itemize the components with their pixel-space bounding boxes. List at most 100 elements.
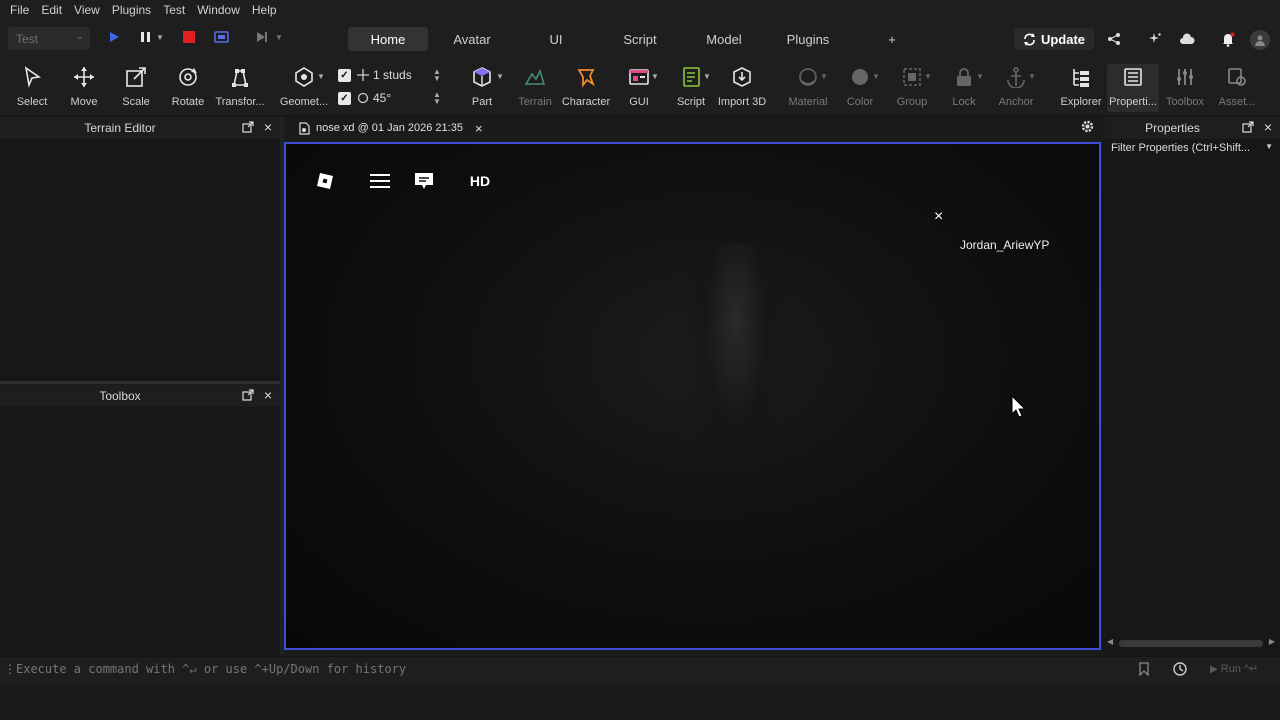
place-document-tab[interactable]: nose xd @ 01 Jan 2026 21:35 × [290, 117, 491, 139]
geometry-label: Geomet... [279, 96, 329, 108]
test-mode-select[interactable]: Test ⌄ [8, 27, 90, 50]
run-command-button[interactable]: ▶ Run ^↵ [1210, 662, 1258, 675]
undock-icon[interactable] [242, 121, 254, 133]
properties-icon [1120, 64, 1146, 90]
cursor-arrow-icon [19, 64, 45, 90]
hd-quality-button[interactable]: HD [463, 164, 497, 198]
tab-model[interactable]: Model [694, 27, 754, 51]
rotate-tool[interactable]: Rotate [162, 64, 214, 112]
bookmark-icon[interactable] [1138, 662, 1150, 679]
menu-file[interactable]: File [4, 3, 35, 17]
tab-ui[interactable]: UI [536, 27, 576, 51]
close-icon[interactable]: × [1264, 119, 1272, 135]
import-3d-tool[interactable]: Import 3D [716, 64, 768, 112]
avatar[interactable] [1250, 30, 1270, 50]
geometry-chevron-icon[interactable]: ▼ [317, 72, 325, 81]
menu-test[interactable]: Test [157, 3, 191, 17]
close-icon[interactable]: × [934, 208, 943, 226]
part-chevron-icon[interactable]: ▼ [496, 72, 504, 81]
asset-manager-tool[interactable]: Asset... [1211, 64, 1263, 112]
material-icon [795, 64, 821, 90]
roblox-menu-button[interactable] [308, 164, 342, 198]
properties-tool[interactable]: Properti... [1107, 64, 1159, 112]
panel-splitter[interactable] [0, 381, 280, 384]
gui-chevron-icon[interactable]: ▼ [651, 72, 659, 81]
assistant-sparkle-icon[interactable] [1146, 30, 1164, 48]
update-icon [1023, 32, 1035, 46]
undock-icon[interactable] [1242, 121, 1254, 133]
terrain-icon [522, 64, 548, 90]
tab-avatar[interactable]: Avatar [440, 27, 504, 51]
history-icon[interactable] [1172, 661, 1188, 680]
menu-edit[interactable]: Edit [35, 3, 68, 17]
group-chevron-icon[interactable]: ▼ [924, 72, 932, 81]
anchor-chevron-icon[interactable]: ▼ [1028, 72, 1036, 81]
rotate-snap-stepper-icon[interactable]: ▲ ▼ [433, 91, 441, 106]
tab-plugins[interactable]: Plugins [776, 27, 840, 51]
chevron-down-icon[interactable]: ▼ [1265, 142, 1273, 151]
notifications-bell-icon[interactable] [1219, 30, 1237, 48]
move-snap-checkbox[interactable]: ✓ [338, 68, 351, 82]
properties-label: Properti... [1109, 96, 1157, 108]
anchor-label: Anchor [998, 96, 1034, 108]
properties-horizontal-scrollbar[interactable]: ◀ ▶ [1105, 637, 1277, 649]
move-snap-stepper-icon[interactable]: ▲ ▼ [433, 68, 441, 83]
share-icon[interactable] [1105, 30, 1123, 48]
close-icon[interactable]: × [264, 119, 272, 135]
viewport-settings-gear-icon[interactable] [1080, 119, 1096, 135]
select-tool[interactable]: Select [6, 64, 58, 112]
pause-icon[interactable] [139, 30, 155, 46]
game-viewport[interactable]: HD × Jordan_AriewYP [284, 142, 1101, 650]
close-icon[interactable]: × [264, 387, 272, 403]
scrollbar-thumb[interactable] [1119, 640, 1263, 647]
rotate-snap-field[interactable]: 45° [357, 91, 427, 105]
play-icon[interactable] [107, 30, 123, 46]
menu-help[interactable]: Help [246, 3, 283, 17]
toolbox-tool[interactable]: Toolbox [1159, 64, 1211, 112]
scroll-right-icon[interactable]: ▶ [1269, 637, 1275, 646]
drag-handle-icon[interactable]: ⋮ [4, 662, 16, 676]
anchor-icon [1003, 64, 1029, 90]
menu-plugins[interactable]: Plugins [106, 3, 157, 17]
menu-window[interactable]: Window [191, 3, 246, 17]
hamburger-menu-icon[interactable] [363, 164, 397, 198]
move-tool[interactable]: Move [58, 64, 110, 112]
part-label: Part [471, 96, 493, 108]
explorer-tool[interactable]: Explorer [1055, 64, 1107, 112]
command-bar: ⋮ ▶ Run ^↵ [0, 656, 1280, 682]
toolbox-label: Toolbox [1166, 96, 1204, 108]
character-tool[interactable]: Character [560, 64, 612, 112]
client-server-icon[interactable] [214, 30, 230, 46]
step-icon[interactable] [255, 30, 271, 46]
command-input[interactable] [16, 662, 1116, 676]
filter-properties-placeholder: Filter Properties (Ctrl+Shift... [1111, 142, 1251, 154]
menu-bar: File Edit View Plugins Test Window Help [0, 0, 1280, 20]
chevron-down-icon: ⌄ [75, 31, 84, 42]
transform-tool[interactable]: Transfor... [214, 64, 266, 112]
stop-icon[interactable] [182, 30, 198, 46]
move-snap-field[interactable]: 1 studs [357, 68, 427, 82]
terrain-tool[interactable]: Terrain [509, 64, 561, 112]
lock-chevron-icon[interactable]: ▼ [976, 72, 984, 81]
material-chevron-icon[interactable]: ▼ [820, 72, 828, 81]
close-icon[interactable]: × [475, 121, 483, 136]
tab-add[interactable]: + [880, 27, 904, 51]
tab-home[interactable]: Home [348, 27, 428, 51]
rotate-snap-checkbox[interactable]: ✓ [338, 91, 351, 105]
script-chevron-icon[interactable]: ▼ [703, 72, 711, 81]
menu-view[interactable]: View [68, 3, 106, 17]
chat-icon[interactable] [407, 164, 441, 198]
step-chevron-icon[interactable]: ▼ [275, 33, 291, 49]
test-mode-value: Test [16, 32, 39, 46]
document-title: nose xd @ 01 Jan 2026 21:35 [316, 122, 463, 134]
move-snap-row: ✓ 1 studs ▲ ▼ [338, 65, 441, 85]
play-options-chevron-icon[interactable]: ▼ [156, 33, 172, 49]
color-chevron-icon[interactable]: ▼ [872, 72, 880, 81]
cloud-icon[interactable] [1178, 30, 1196, 48]
filter-properties-input[interactable]: Filter Properties (Ctrl+Shift... ▼ [1105, 139, 1277, 159]
undock-icon[interactable] [242, 389, 254, 401]
update-button[interactable]: Update [1014, 28, 1094, 50]
scale-tool[interactable]: Scale [110, 64, 162, 112]
scroll-left-icon[interactable]: ◀ [1107, 637, 1113, 646]
tab-script[interactable]: Script [610, 27, 670, 51]
